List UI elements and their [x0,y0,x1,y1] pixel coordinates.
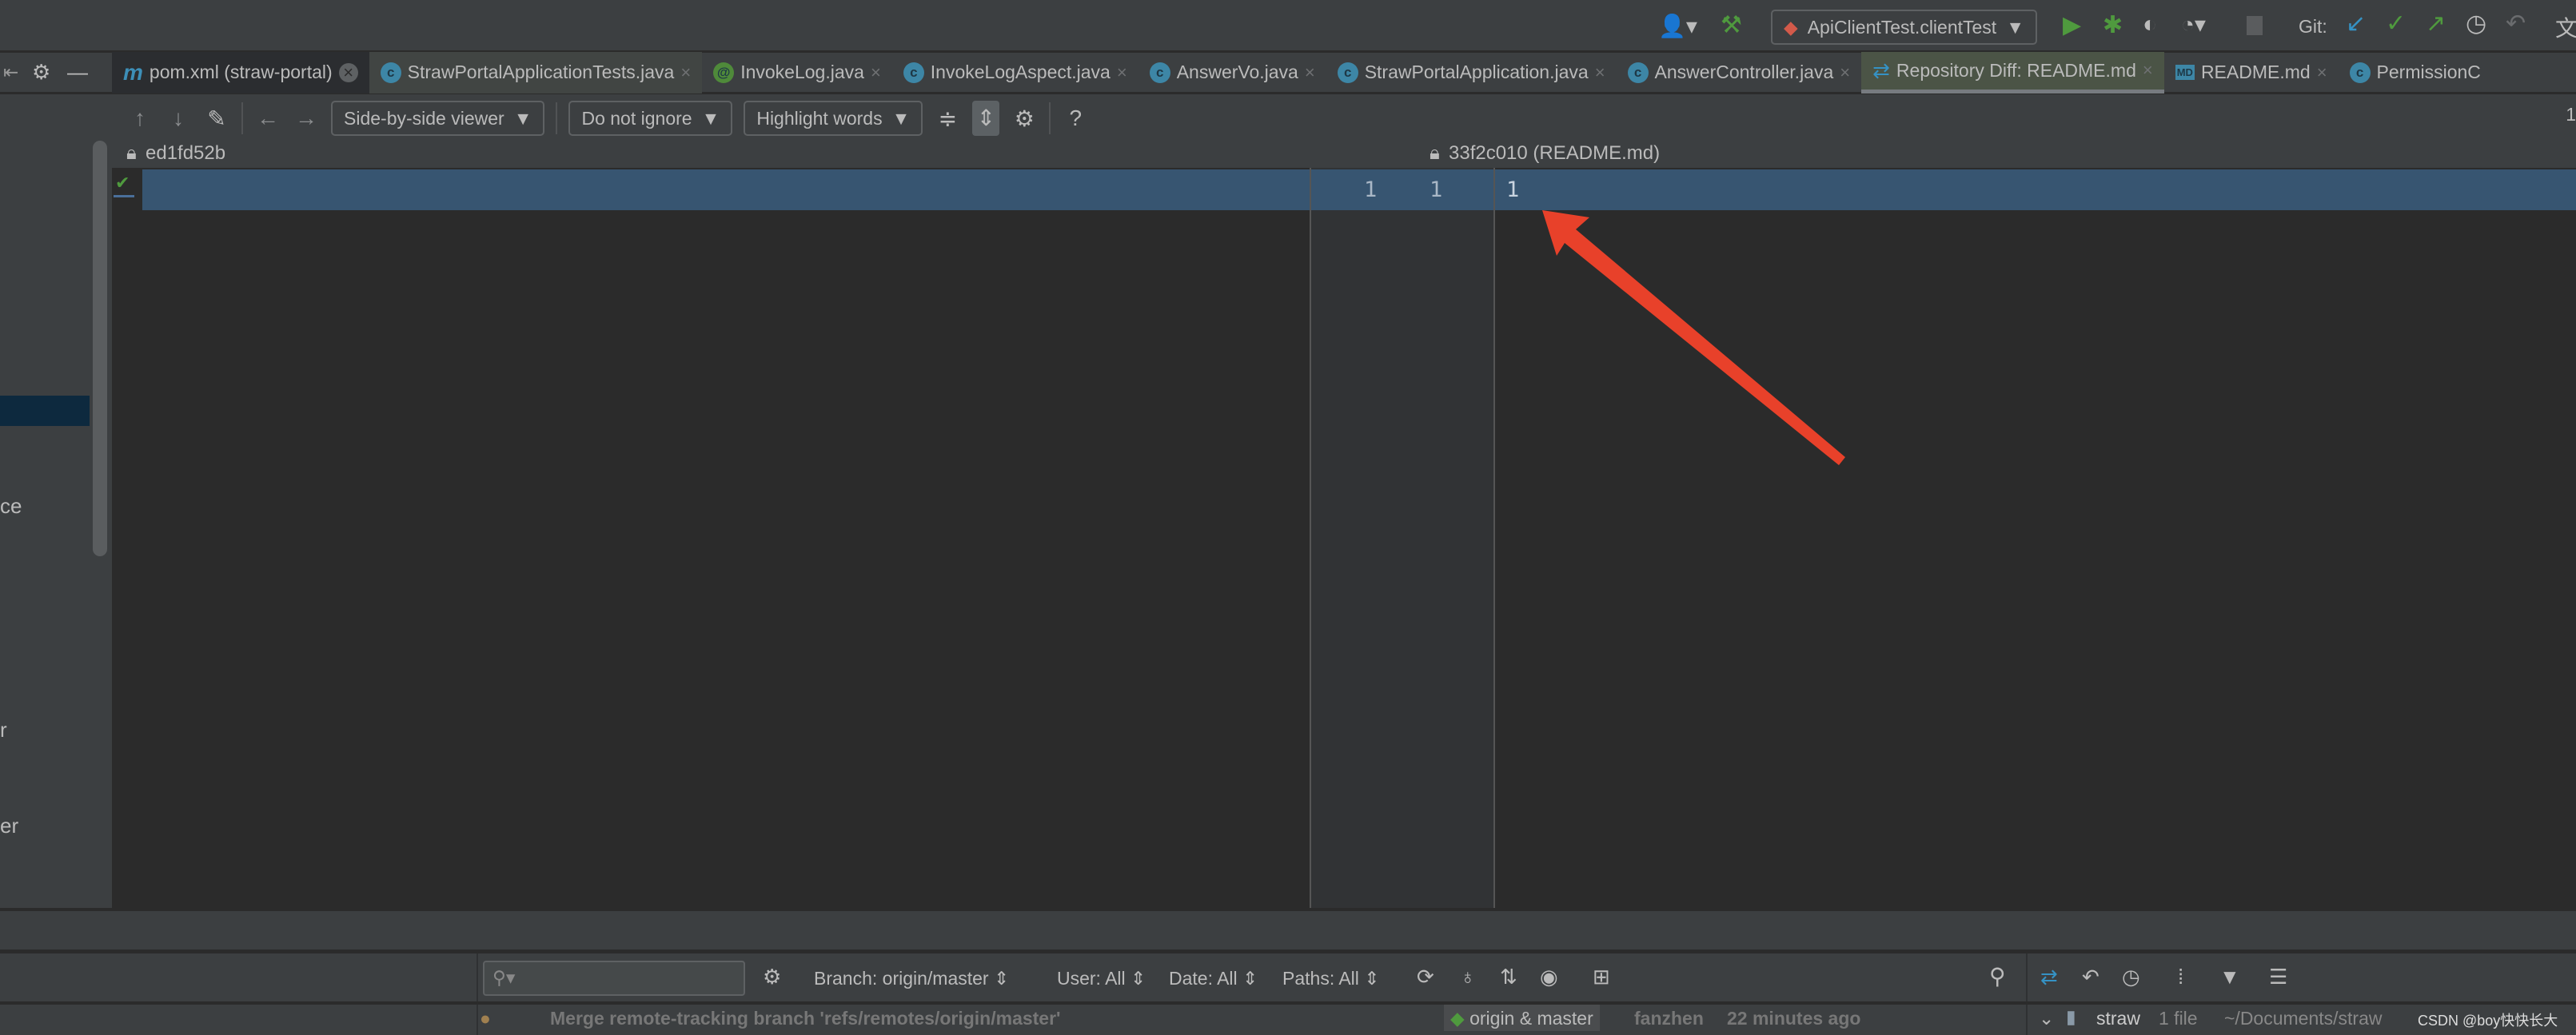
log-search-input[interactable]: ⚲▾ [483,961,745,996]
bottom-panel-header [0,908,2576,949]
commit-message: Merge remote-tracking branch 'refs/remot… [550,1008,1061,1029]
branch-filter-label: Branch: origin/master [814,968,989,989]
changes-root: straw [2096,1008,2140,1029]
tag-icon: ◆ [1450,1008,1465,1029]
paths-filter[interactable]: Paths: All ⇕ [1282,968,1380,989]
date-filter[interactable]: Date: All ⇕ [1169,968,1258,989]
annotation-arrow [1542,210,1845,465]
history-icon[interactable]: ◷ [2122,965,2140,989]
commit-row[interactable]: ● Merge remote-tracking branch 'refs/rem… [0,1001,2576,1031]
commit-refs: origin & master [1469,1008,1593,1029]
folder-icon: ▮ [2066,1006,2076,1027]
changes-path: ~/Documents/straw [2224,1008,2383,1029]
ref-badge: ◆ origin & master [1444,1005,1600,1031]
eye-icon[interactable]: ◉ [1540,965,1558,989]
user-filter[interactable]: User: All ⇕ [1057,968,1146,989]
new-tab-icon[interactable]: ⊞ [1593,965,1610,989]
search-icon[interactable]: ⚲ [1989,963,2006,989]
commit-author: fanzhen [1634,1008,1704,1029]
cherry-pick-icon[interactable]: ♁ [1460,965,1476,989]
expand-chevron-icon[interactable]: ⌄ [2039,1008,2054,1029]
filter-icon[interactable]: ▼ [2219,965,2240,989]
search-icon: ⚲▾ [492,967,516,988]
commit-time: 22 minutes ago [1727,1008,1861,1029]
layout-icon[interactable]: ☰ [2269,965,2287,989]
changes-count: 1 file [2159,1008,2198,1029]
red-arrow-shape [1542,210,1845,465]
user-filter-label: User: All [1057,968,1126,989]
sort-icon[interactable]: ⇅ [1500,965,1517,989]
revert-icon[interactable]: ↶ [2082,965,2099,989]
log-settings-icon[interactable]: ⚙ [763,965,781,989]
git-log-toolbar: ⚲▾ ⚙ Branch: origin/master ⇕ User: All ⇕… [0,949,2576,1035]
group-by-icon[interactable]: ⁞ [2178,965,2183,989]
paths-filter-label: Paths: All [1282,968,1359,989]
branch-filter[interactable]: Branch: origin/master ⇕ [814,968,1009,989]
watermark: CSDN @boy快快长大 [2418,1013,2558,1029]
date-filter-label: Date: All [1169,968,1238,989]
refresh-icon[interactable]: ⟳ [1417,965,1434,989]
diff-icon[interactable]: ⇄ [2040,965,2058,989]
merge-commit-node-icon: ● [480,1008,491,1029]
